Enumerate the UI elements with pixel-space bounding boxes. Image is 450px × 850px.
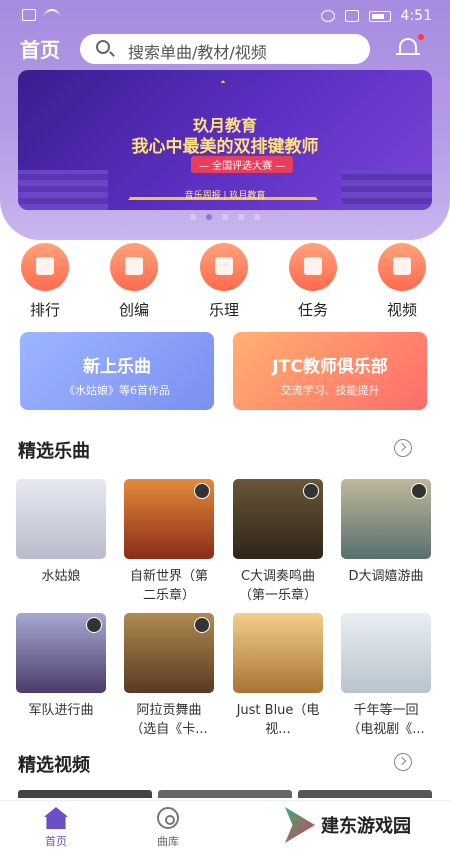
music-title: C大调奏鸣曲（第一乐章） [238,569,317,603]
music-item[interactable]: 水姑娘 [16,479,106,586]
bell-icon [399,38,417,54]
featured-music-more-button[interactable] [394,439,412,457]
carousel-dot[interactable] [222,214,228,220]
top-bar: 首页 搜索单曲/教材/视频 [0,34,450,64]
category-label: 乐理 [208,301,239,319]
home-icon [44,807,68,829]
music-title: 千年等一回（电视剧《... [347,703,425,737]
card-subtitle: 交流学习、技能提升 [280,384,380,397]
chart-icon [21,243,69,291]
composer-avatar [411,483,427,499]
music-title: 阿拉贡舞曲（选自《卡... [130,703,208,737]
music-item[interactable]: 自新世界（第二乐章） [124,479,214,605]
featured-video-title: 精选视频 [18,755,90,776]
card-title: 新上乐曲 [83,357,151,377]
card-title: JTC教师俱乐部 [272,357,388,377]
teacher-club-card[interactable]: JTC教师俱乐部 交流学习、技能提升 [233,332,427,410]
card-subtitle: 《水姑娘》等6首作品 [64,384,170,397]
trophy-icon [200,243,248,291]
carousel-dot[interactable] [190,214,196,220]
search-input[interactable]: 搜索单曲/教材/视频 [80,34,370,64]
tab-library[interactable]: 曲库 [138,807,198,849]
banner-headline: 我心中最美的双排键教师 [131,137,319,157]
music-cover [124,613,214,693]
music-cover [16,479,106,559]
page-title: 首页 [20,38,60,62]
music-note-icon [110,243,158,291]
carousel-dot-active[interactable] [206,214,212,220]
bell-icon-base [396,53,420,55]
category-theory[interactable]: 乐理 [189,243,259,320]
search-placeholder: 搜索单曲/教材/视频 [128,43,267,62]
status-bar: 4:51 [0,0,450,32]
music-cover [233,613,323,693]
music-cover [341,479,431,559]
category-label: 任务 [297,301,328,319]
music-item[interactable]: 阿拉贡舞曲（选自《卡... [124,613,214,739]
watermark: 建东游戏园 [285,806,411,844]
category-label: 创编 [118,301,149,319]
flag-icon [289,243,337,291]
carousel-indicator [0,214,450,220]
eye-icon [320,10,335,22]
watermark-text: 建东游戏园 [321,816,411,837]
sim-icon [22,9,36,21]
banner-tag: — 全国评选大赛 — [191,156,294,173]
carousel-dot[interactable] [238,214,244,220]
music-cover [16,613,106,693]
featured-video-more-button[interactable] [394,753,412,771]
music-title: 水姑娘 [41,569,81,584]
notification-button[interactable] [396,34,424,58]
tab-home[interactable]: 首页 [26,807,86,849]
tab-library-label: 曲库 [157,835,179,848]
music-item[interactable]: C大调奏鸣曲（第一乐章） [233,479,323,605]
music-item[interactable]: Just Blue（电视... [233,613,323,739]
new-music-card[interactable]: 新上乐曲 《水姑娘》等6首作品 [20,332,214,410]
disc-icon [157,807,179,829]
category-label: 视频 [386,301,417,319]
search-icon [96,40,110,54]
promo-banner[interactable]: 玖月教育 我心中最美的双排键教师 — 全国评选大赛 — 音乐周报 | 玖月教育 [18,70,432,210]
featured-music-title: 精选乐曲 [18,441,90,462]
wifi-icon [44,9,60,21]
battery-icon [368,10,391,22]
music-title: 自新世界（第二乐章） [129,569,208,603]
notification-dot [418,34,424,40]
video-thumbnail[interactable] [158,790,292,798]
category-label: 排行 [29,301,60,319]
composer-avatar [194,483,210,499]
composer-avatar [86,617,102,633]
music-cover [124,479,214,559]
category-tasks[interactable]: 任务 [278,243,348,320]
category-video[interactable]: 视频 [367,243,437,320]
music-title: D大调嬉游曲 [348,569,424,584]
music-cover [341,613,431,693]
status-time: 4:51 [400,8,432,24]
music-item[interactable]: 军队进行曲 [16,613,106,720]
video-thumbnail[interactable] [298,790,432,798]
video-icon [378,243,426,291]
watermark-logo [285,807,315,843]
music-item[interactable]: D大调嬉游曲 [341,479,431,586]
banner-logos: 音乐周报 | 玖月教育 [184,191,266,201]
category-row: 排行 创编 乐理 任务 视频 [0,243,450,323]
music-title: 军队进行曲 [28,703,94,718]
music-title: Just Blue（电视... [236,703,320,737]
mute-icon [344,10,359,22]
video-thumbnail[interactable] [18,790,152,798]
carousel-dot[interactable] [254,214,260,220]
music-cover [233,479,323,559]
tab-home-label: 首页 [45,835,67,848]
category-compose[interactable]: 创编 [99,243,169,320]
composer-avatar [303,483,319,499]
music-item[interactable]: 千年等一回（电视剧《... [341,613,431,739]
video-thumbnails [18,790,432,798]
category-ranking[interactable]: 排行 [10,243,80,320]
composer-avatar [194,617,210,633]
